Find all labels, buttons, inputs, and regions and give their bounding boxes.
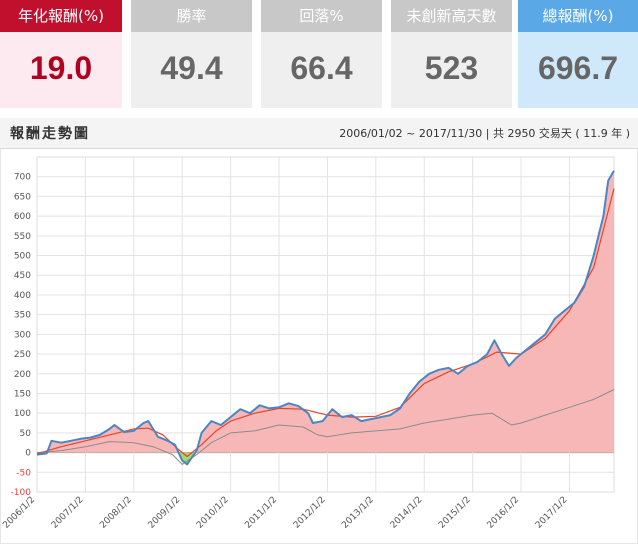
stat-card-annual-return: 年化報酬(%) 19.0 — [0, 0, 122, 108]
y-tick-label: 100 — [14, 409, 31, 419]
stat-card-drawdown: 回落% 66.4 — [261, 0, 382, 108]
x-tick-label: 2017/1/2 — [534, 495, 570, 531]
stat-value: 523 — [391, 32, 512, 108]
area-layer — [37, 170, 614, 465]
stat-card-days-no-new-high: 未創新高天數 523 — [391, 0, 512, 108]
return-chart: -100-50050100150200250300350400450500550… — [1, 156, 615, 531]
x-tick-label: 2014/1/2 — [389, 495, 425, 531]
x-tick-label: 2010/1/2 — [195, 495, 231, 531]
stat-value: 66.4 — [261, 32, 382, 108]
y-tick-label: 450 — [14, 271, 31, 281]
x-tick-label: 2015/1/2 — [437, 495, 473, 531]
x-tick-label: 2016/1/2 — [486, 495, 522, 531]
x-tick-label: 2009/1/2 — [147, 495, 183, 531]
stat-label: 年化報酬(%) — [0, 0, 122, 32]
panel-header: 報酬走勢圖 2006/01/02 ~ 2017/11/30 | 共 2950 交… — [0, 118, 638, 149]
x-axis: 2006/1/2 2007/1/2 2008/1/2 2009/1/2 2010/1/2… — [1, 495, 569, 531]
positive-area — [37, 170, 614, 453]
y-tick-label: 400 — [14, 291, 31, 301]
stat-label: 勝率 — [131, 0, 252, 32]
y-tick-label: 500 — [14, 252, 31, 262]
y-tick-label: 650 — [14, 192, 31, 202]
stat-card-total-return: 總報酬(%) 696.7 — [518, 0, 638, 108]
stat-label: 總報酬(%) — [518, 0, 638, 32]
stat-label: 回落% — [261, 0, 382, 32]
x-tick-label: 2007/1/2 — [50, 495, 86, 531]
y-tick-label: 300 — [14, 330, 31, 340]
stat-value: 19.0 — [0, 32, 122, 108]
stat-value: 696.7 — [518, 32, 638, 108]
y-tick-label: 200 — [14, 370, 31, 380]
y-tick-label: 0 — [25, 449, 31, 459]
y-tick-label: 250 — [14, 350, 31, 360]
x-tick-label: 2008/1/2 — [98, 495, 134, 531]
stat-card-win-rate: 勝率 49.4 — [131, 0, 252, 108]
stat-value: 49.4 — [131, 32, 252, 108]
y-axis: -100-50050100150200250300350400450500550… — [11, 173, 32, 498]
x-tick-label: 2006/1/2 — [1, 495, 37, 531]
x-tick-label: 2012/1/2 — [292, 495, 328, 531]
y-tick-label: -50 — [16, 468, 31, 478]
y-tick-label: 350 — [14, 311, 31, 321]
y-tick-label: 150 — [14, 389, 31, 399]
y-tick-label: 600 — [14, 212, 31, 222]
x-tick-label: 2013/1/2 — [340, 495, 376, 531]
panel-title: 報酬走勢圖 — [10, 126, 90, 142]
date-range: 2006/01/02 ~ 2017/11/30 | 共 2950 交易天 ( 1… — [339, 127, 630, 140]
y-tick-label: 550 — [14, 232, 31, 242]
x-tick-label: 2011/1/2 — [243, 495, 279, 531]
y-tick-label: 50 — [20, 429, 32, 439]
stat-label: 未創新高天數 — [391, 0, 512, 32]
stats-cards: 年化報酬(%) 19.0 勝率 49.4 回落% 66.4 未創新高天數 523… — [0, 0, 638, 108]
y-tick-label: 700 — [14, 173, 31, 183]
